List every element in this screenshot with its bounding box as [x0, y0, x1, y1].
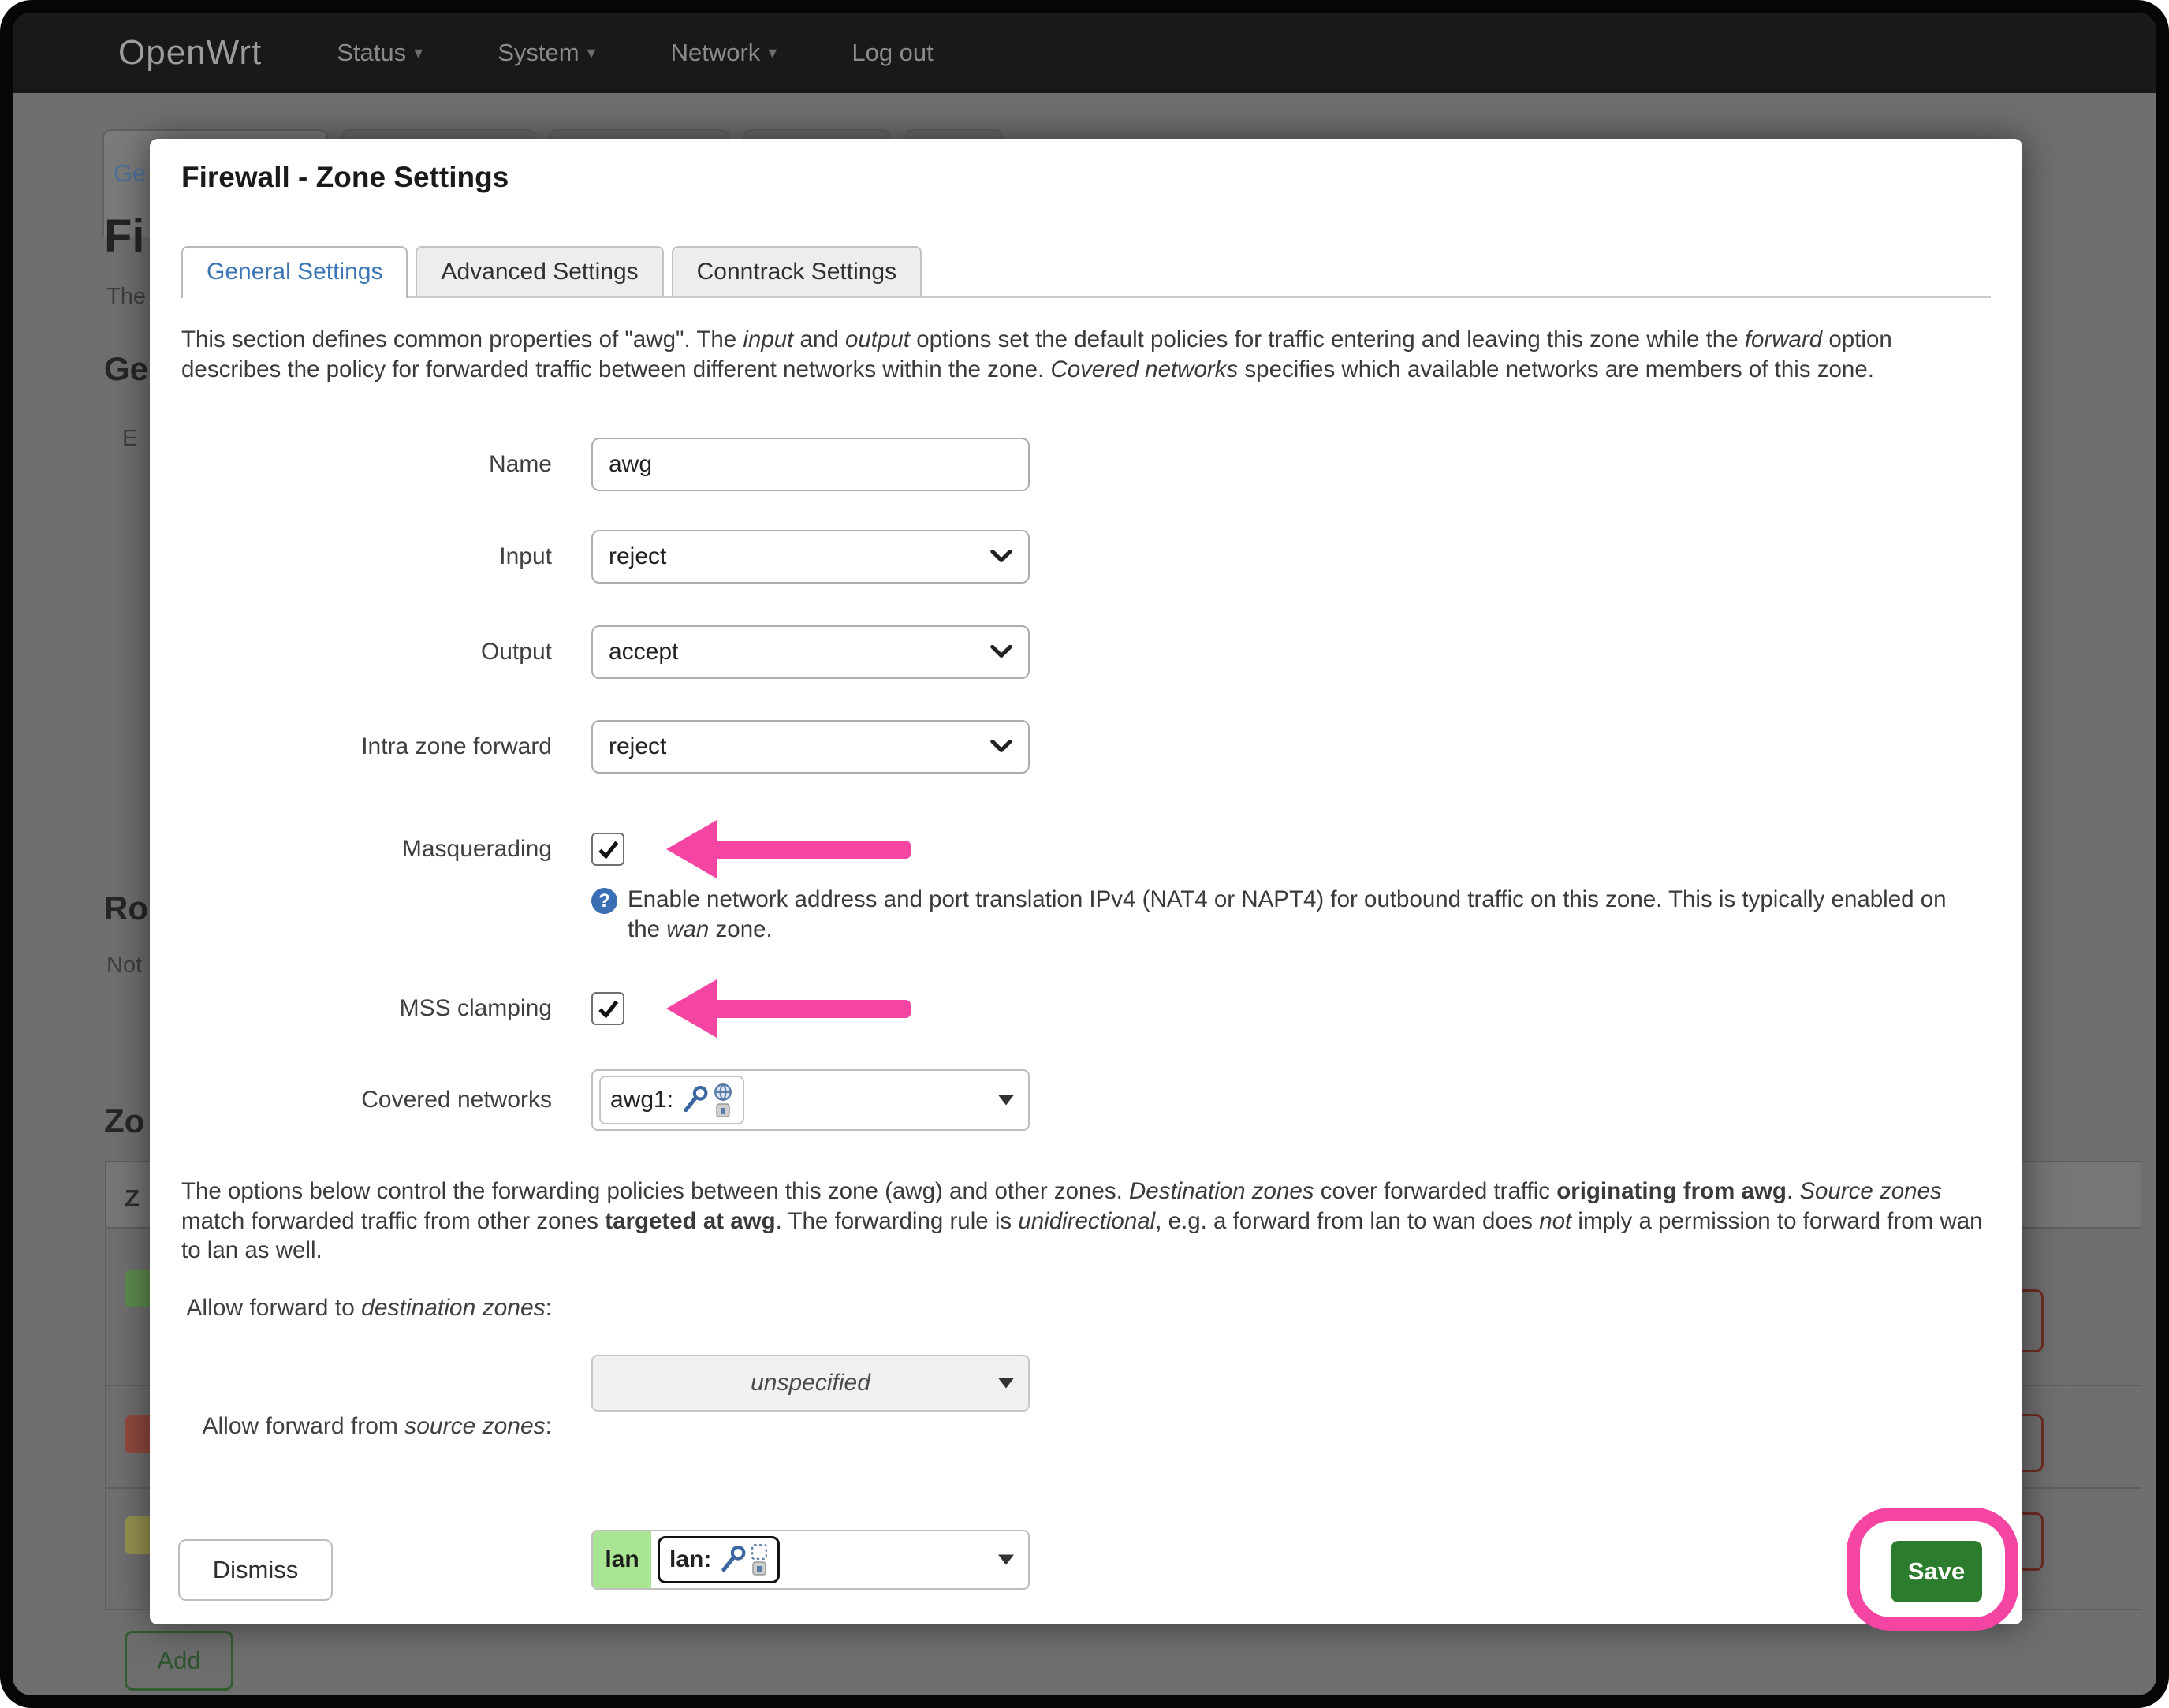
chevron-down-icon: ▾	[414, 43, 423, 63]
chevron-down-icon	[990, 550, 1012, 564]
input-select-value: reject	[609, 543, 666, 570]
page-background: OpenWrt Status▾ System▾ Network▾ Log out…	[13, 13, 2156, 1695]
dismiss-button[interactable]: Dismiss	[178, 1539, 333, 1601]
annotation-arrow-mss	[666, 979, 717, 1038]
openwrt-logo: OpenWrt	[118, 33, 262, 73]
mss-clamping-label: MSS clamping	[181, 992, 552, 1025]
chevron-down-icon: ▾	[587, 43, 596, 63]
covered-network-token-label: awg1:	[610, 1087, 673, 1113]
intra-zone-forward-label: Intra zone forward	[181, 720, 552, 774]
forward-dest-dropdown[interactable]: unspecified	[591, 1355, 1030, 1412]
forward-src-label: Allow forward from source zones:	[181, 1410, 552, 1443]
port-icon	[751, 1561, 767, 1576]
checkmark-icon	[596, 837, 620, 861]
source-zone-token-lan[interactable]: lan	[593, 1531, 651, 1588]
source-zone-token-input[interactable]: lan:	[658, 1536, 780, 1583]
bg-tab-label-fragment: Ge	[114, 159, 146, 188]
annotation-arrow-mss-shaft	[714, 1000, 911, 1018]
triangle-down-icon	[998, 1095, 1014, 1106]
name-label: Name	[181, 438, 552, 491]
tab-conntrack-settings[interactable]: Conntrack Settings	[672, 246, 922, 296]
screenshot-stage: OpenWrt Status▾ System▾ Network▾ Log out…	[0, 0, 2169, 1708]
tab-general-settings[interactable]: General Settings	[181, 246, 408, 298]
masquerading-checkbox[interactable]	[591, 833, 624, 866]
help-icon: ?	[591, 888, 617, 914]
triangle-down-icon	[998, 1378, 1014, 1389]
masquerading-label: Masquerading	[181, 833, 552, 866]
annotation-arrow-masquerading	[666, 820, 717, 878]
modal-tab-bar: General Settings Advanced Settings Connt…	[181, 246, 1991, 298]
bg-text-fragment: The	[106, 284, 146, 310]
bg-text-fragment: E	[122, 426, 137, 452]
name-field-wrap	[591, 438, 1030, 491]
wrench-icon	[680, 1085, 710, 1115]
tab-advanced-settings[interactable]: Advanced Settings	[416, 246, 663, 296]
zone-intro-paragraph: This section defines common properties o…	[181, 325, 1995, 384]
forward-dest-value: unspecified	[751, 1370, 870, 1397]
checkmark-icon	[596, 997, 620, 1020]
mss-clamping-checkbox[interactable]	[591, 992, 624, 1025]
output-label: Output	[181, 625, 552, 679]
output-select[interactable]: accept	[591, 625, 1030, 679]
input-label: Input	[181, 530, 552, 584]
bg-section-heading-fragment: Zo	[104, 1102, 144, 1140]
bg-table-border	[105, 1161, 106, 1609]
wrench-icon	[717, 1545, 747, 1575]
bg-add-button[interactable]: Add	[125, 1631, 233, 1691]
port-icon	[715, 1102, 731, 1118]
bridge-icon	[751, 1543, 768, 1561]
input-select[interactable]: reject	[591, 530, 1030, 584]
top-navbar: OpenWrt Status▾ System▾ Network▾ Log out	[13, 13, 2156, 93]
nav-item-logout[interactable]: Log out	[852, 39, 933, 67]
bg-section-heading-fragment: Ro	[104, 889, 148, 927]
intra-zone-forward-select[interactable]: reject	[591, 720, 1030, 774]
forward-dest-label: Allow forward to destination zones:	[181, 1292, 552, 1325]
name-input[interactable]	[591, 438, 1030, 491]
bg-page-title-fragment: Fi	[104, 210, 145, 263]
nav-item-system[interactable]: System▾	[498, 39, 595, 67]
annotation-arrow-masquerading-shaft	[714, 841, 911, 859]
triangle-down-icon	[998, 1555, 1014, 1565]
zone-settings-modal: Firewall - Zone Settings General Setting…	[150, 139, 2022, 1624]
chevron-down-icon	[990, 740, 1012, 754]
masquerading-help-text: Enable network address and port translat…	[628, 885, 1984, 945]
output-select-value: accept	[609, 639, 678, 666]
forward-src-combobox[interactable]: lan lan:	[591, 1530, 1030, 1590]
modal-title: Firewall - Zone Settings	[181, 161, 509, 194]
globe-icon	[713, 1082, 733, 1102]
chevron-down-icon: ▾	[768, 43, 777, 63]
bg-text-fragment: Not	[106, 953, 142, 979]
forwarding-paragraph: The options below control the forwarding…	[181, 1177, 1995, 1266]
nav-item-network[interactable]: Network▾	[671, 39, 777, 67]
bg-section-heading-fragment: Ge	[104, 350, 148, 388]
chevron-down-icon	[990, 645, 1012, 659]
covered-networks-label: Covered networks	[181, 1069, 552, 1131]
nav-item-status[interactable]: Status▾	[337, 39, 423, 67]
save-button[interactable]: Save	[1891, 1541, 1982, 1602]
covered-network-token[interactable]: awg1:	[599, 1076, 744, 1124]
bg-table-header-fragment: Z	[125, 1184, 140, 1213]
intra-select-value: reject	[609, 733, 666, 760]
covered-networks-combobox[interactable]: awg1:	[591, 1069, 1030, 1131]
source-zone-token-input-label: lan:	[669, 1546, 711, 1573]
